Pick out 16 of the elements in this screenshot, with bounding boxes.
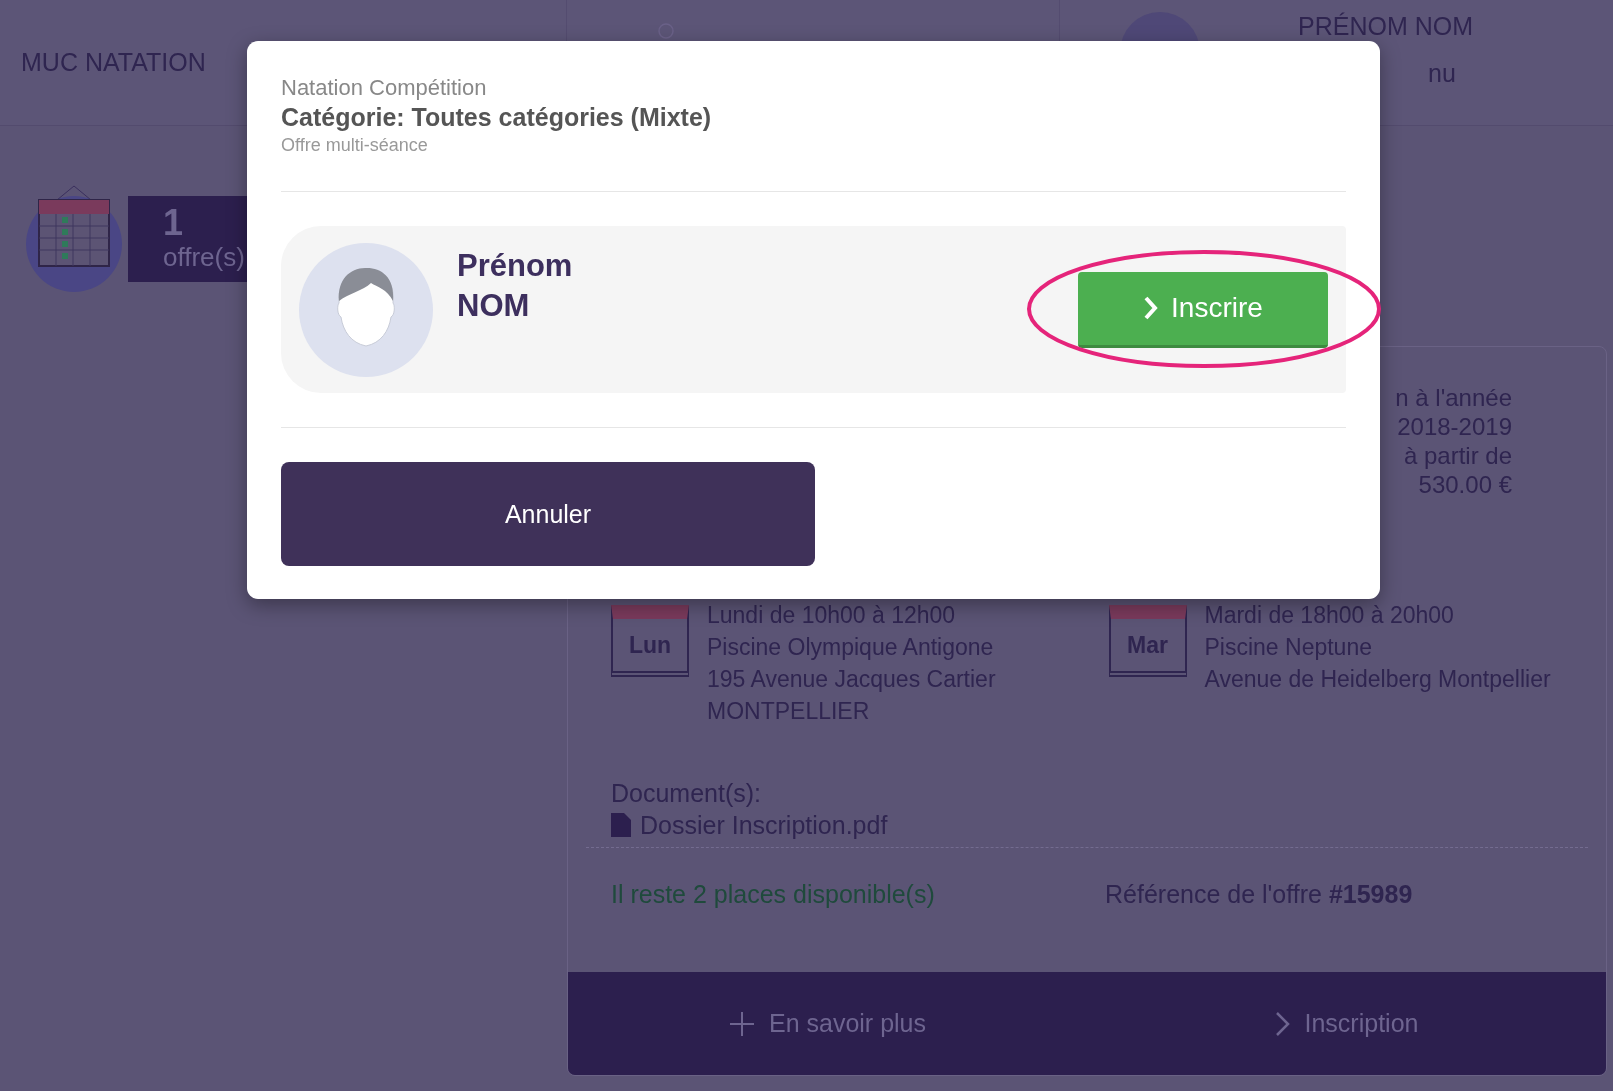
- register-button[interactable]: Inscrire: [1078, 271, 1328, 348]
- chevron-right-icon: [1274, 1010, 1291, 1037]
- calendar-icon: [25, 184, 123, 294]
- category-title: Catégorie: Toutes catégories (Mixte): [281, 102, 713, 133]
- availability-text: Il reste 2 places disponible(s): [611, 880, 936, 909]
- member-last-name: NOM: [457, 287, 531, 325]
- offer-type: Offre multi-séance: [281, 134, 429, 157]
- chevron-right-icon: [1143, 295, 1160, 321]
- avatar-icon: [299, 242, 433, 377]
- activity-name: Natation Compétition: [281, 75, 488, 101]
- cancel-button[interactable]: Annuler: [281, 462, 815, 566]
- card-action-button[interactable]: En savoir plus: [729, 1009, 926, 1038]
- member-first-name: Prénom: [457, 247, 573, 285]
- plus-icon: [729, 1010, 755, 1037]
- card-action-button[interactable]: Inscription: [1274, 1009, 1419, 1038]
- file-icon: [611, 813, 631, 837]
